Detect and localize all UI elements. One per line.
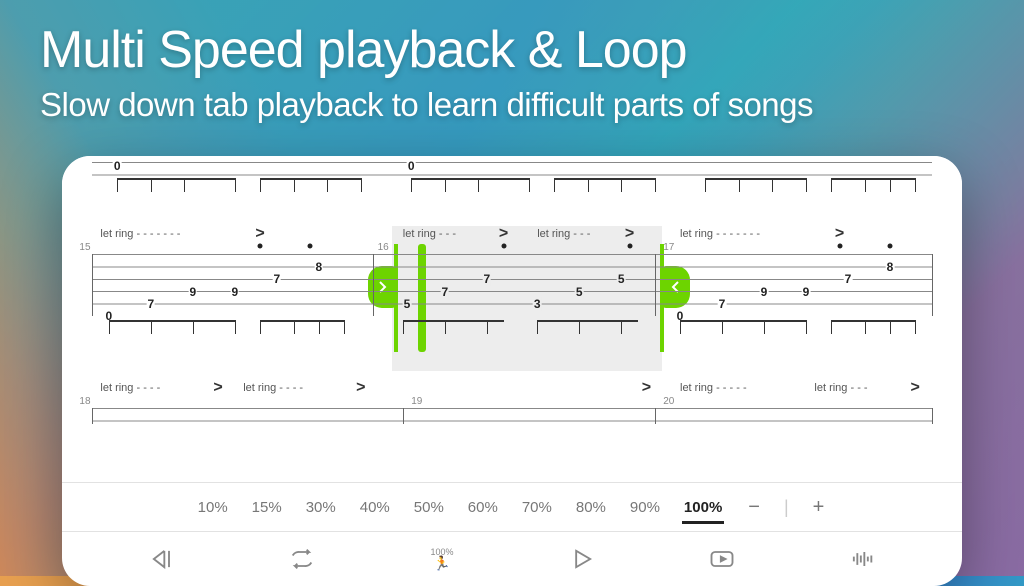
speed-10[interactable]: 10% bbox=[196, 487, 230, 528]
speed-selector: 10% 15% 30% 40% 50% 60% 70% 80% 90% 100%… bbox=[62, 482, 962, 532]
speed-100[interactable]: 100% bbox=[682, 487, 724, 528]
loop-button[interactable] bbox=[272, 539, 332, 579]
speed-40[interactable]: 40% bbox=[358, 487, 392, 528]
measure-num: 17 bbox=[663, 242, 674, 253]
measure-num: 15 bbox=[79, 242, 90, 253]
video-button[interactable] bbox=[692, 539, 752, 579]
speed-decrement-button[interactable]: − bbox=[744, 496, 764, 519]
loop-icon bbox=[288, 545, 316, 573]
measure-num: 19 bbox=[411, 396, 422, 407]
headline: Multi Speed playback & Loop bbox=[0, 0, 1024, 86]
speed-separator: | bbox=[784, 497, 789, 518]
speed-15[interactable]: 15% bbox=[250, 487, 284, 528]
speed-increment-button[interactable]: + bbox=[809, 496, 829, 519]
play-button[interactable] bbox=[552, 539, 612, 579]
player-toolbar: 100% 🏃 bbox=[62, 532, 962, 586]
speed-80[interactable]: 80% bbox=[574, 487, 608, 528]
skip-back-icon bbox=[148, 545, 176, 573]
speed-50[interactable]: 50% bbox=[412, 487, 446, 528]
rewind-button[interactable] bbox=[132, 539, 192, 579]
tab-viewport[interactable]: 0 0 bbox=[62, 156, 962, 482]
play-icon bbox=[568, 545, 596, 573]
speed-60[interactable]: 60% bbox=[466, 487, 500, 528]
staff-row-0: 0 0 bbox=[92, 162, 932, 176]
device-frame: 0 0 bbox=[62, 156, 962, 586]
staff-row-1: let ring - - - - - - - > let ring - - - … bbox=[92, 228, 932, 316]
measure-num: 18 bbox=[79, 396, 90, 407]
running-icon: 🏃 bbox=[433, 555, 450, 572]
measure-num: 16 bbox=[378, 242, 389, 253]
equalizer-button[interactable] bbox=[832, 539, 892, 579]
speed-90[interactable]: 90% bbox=[628, 487, 662, 528]
speed-70[interactable]: 70% bbox=[520, 487, 554, 528]
subheadline: Slow down tab playback to learn difficul… bbox=[0, 86, 1024, 124]
speed-indicator-button[interactable]: 100% 🏃 bbox=[412, 539, 472, 579]
equalizer-icon bbox=[848, 545, 876, 573]
measure-num: 20 bbox=[663, 396, 674, 407]
speed-30[interactable]: 30% bbox=[304, 487, 338, 528]
youtube-icon bbox=[708, 545, 736, 573]
staff-row-2: let ring - - - - > let ring - - - - > le… bbox=[92, 382, 932, 424]
